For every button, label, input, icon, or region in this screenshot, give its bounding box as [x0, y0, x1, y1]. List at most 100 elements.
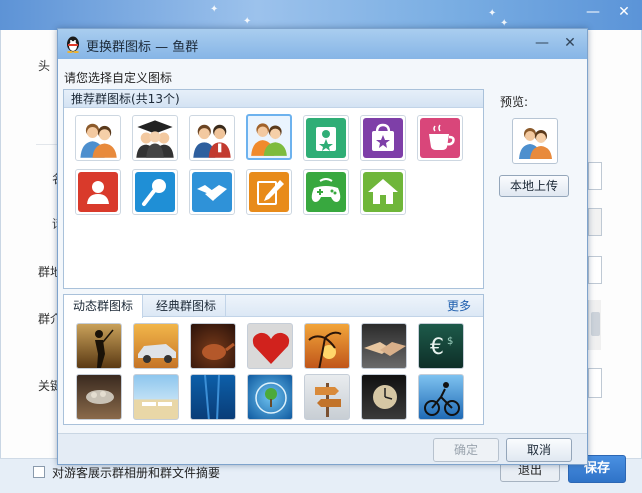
recommended-icon[interactable]: [75, 115, 121, 161]
recommended-icon[interactable]: [303, 115, 349, 161]
recommended-icon[interactable]: [132, 115, 178, 161]
friends-icon: [251, 123, 287, 156]
business-people-icon: [193, 124, 231, 158]
svg-text:$: $: [447, 336, 453, 347]
change-group-icon-dialog: 更换群图标 — 鱼群 — ✕ 请您选择自定义图标 推荐群图标(共13个) 动态群…: [57, 28, 588, 465]
recommended-icon-selected[interactable]: [246, 114, 292, 160]
handshake-icon: [197, 185, 227, 201]
people-icon: [519, 128, 552, 159]
palm-sunset-photo-icon[interactable]: [304, 323, 350, 369]
tile: [192, 172, 232, 212]
scrollbar-thumb[interactable]: [591, 312, 600, 336]
dialog-title: 更换群图标 — 鱼群: [86, 40, 199, 55]
id-card-icon: [316, 127, 336, 151]
recommended-icon[interactable]: [303, 169, 349, 215]
golfer-silhouette: [95, 329, 114, 368]
sparkle-icon: ✦: [488, 8, 497, 19]
cancel-button[interactable]: 取消: [506, 438, 572, 462]
palm-shape: [308, 331, 342, 368]
recommended-icon[interactable]: [417, 115, 463, 161]
coins-shape: [86, 390, 114, 404]
recommended-icon[interactable]: [75, 169, 121, 215]
cyclist-shape: [424, 382, 460, 416]
recommended-icon[interactable]: [189, 169, 235, 215]
people-icon: [80, 123, 117, 158]
underwater-photo-icon[interactable]: [190, 374, 236, 420]
heart-photo-icon[interactable]: [247, 323, 293, 369]
local-upload-button[interactable]: 本地上传: [499, 175, 569, 197]
contact-icon: [87, 181, 109, 204]
water-rays: [204, 375, 220, 419]
svg-text:€: €: [430, 335, 444, 360]
globe-tree-photo-icon[interactable]: [247, 374, 293, 420]
recommended-icon[interactable]: [360, 169, 406, 215]
tile: [249, 172, 289, 212]
teapot-photo-icon[interactable]: [190, 323, 236, 369]
heart-shape: [252, 332, 290, 364]
tile: [363, 172, 403, 212]
golfer-photo-icon[interactable]: [76, 323, 122, 369]
recommended-icon[interactable]: [189, 115, 235, 161]
coins-hands-photo-icon[interactable]: [76, 374, 122, 420]
background-topic-field[interactable]: [588, 208, 602, 236]
cyclist-photo-icon[interactable]: [418, 374, 464, 420]
car-photo-icon[interactable]: [133, 323, 179, 369]
gamepad-icon: [311, 178, 341, 202]
handshake-photo-icon[interactable]: [361, 323, 407, 369]
background-name-field[interactable]: [588, 162, 602, 190]
tile: [420, 118, 460, 158]
preview-image: [512, 118, 558, 164]
currency-photo-icon[interactable]: € $: [418, 323, 464, 369]
show-album-checkbox[interactable]: [33, 466, 45, 478]
pencil-icon: [257, 180, 284, 205]
recommended-icon[interactable]: [360, 115, 406, 161]
background-intro-scrollbar[interactable]: [588, 300, 601, 350]
beach-photo-icon[interactable]: [133, 374, 179, 420]
tab-classic-icons[interactable]: 经典群图标: [147, 295, 227, 317]
sparkle-icon: ✦: [210, 4, 219, 15]
qq-penguin-icon: [67, 36, 79, 53]
recommended-icons-panel: 推荐群图标(共13个): [63, 89, 484, 289]
tab-dynamic-icons[interactable]: 动态群图标: [64, 295, 144, 318]
sparkle-icon: ✦: [243, 16, 252, 27]
recommended-icon[interactable]: [246, 169, 292, 215]
dialog-prompt: 请您选择自定义图标: [64, 71, 173, 85]
signpost-shape: [315, 383, 341, 417]
coffee-cup-icon: [429, 124, 455, 150]
beach-shape: [142, 402, 172, 406]
microphone-icon: [142, 179, 166, 206]
background-location-field[interactable]: [588, 256, 602, 284]
dialog-titlebar: 更换群图标 — 鱼群 — ✕: [58, 29, 587, 59]
tile: [306, 118, 346, 158]
clock-photo-icon[interactable]: [361, 374, 407, 420]
more-icons-link[interactable]: 更多: [447, 295, 471, 317]
recommended-icons-header: 推荐群图标(共13个): [64, 90, 483, 108]
car-shape: [138, 344, 176, 363]
home-icon: [368, 179, 398, 204]
tile: [78, 172, 118, 212]
tile: [135, 172, 175, 212]
background-label-avatar: 头: [38, 59, 51, 73]
icon-tabs: 动态群图标 经典群图标 更多: [64, 295, 483, 318]
background-minimize-button[interactable]: —: [584, 4, 602, 20]
globe-tree-shape: [255, 382, 287, 414]
show-album-checkbox-label: 对游客展示群相册和群文件摘要: [52, 466, 221, 480]
dialog-minimize-button[interactable]: —: [533, 34, 551, 52]
graduation-icon: [136, 120, 174, 158]
signpost-photo-icon[interactable]: [304, 374, 350, 420]
ok-button[interactable]: 确定: [433, 438, 499, 462]
background-close-button[interactable]: ✕: [615, 4, 633, 20]
clock-shape: [373, 385, 397, 409]
currency-shape: € $: [430, 335, 453, 360]
background-keywords-field[interactable]: [588, 368, 602, 398]
dialog-close-button[interactable]: ✕: [561, 34, 579, 52]
shopping-bag-icon: [372, 123, 394, 151]
dynamic-icons-panel: 动态群图标 经典群图标 更多 € $: [63, 294, 484, 425]
tile: [363, 118, 403, 158]
recommended-icon[interactable]: [132, 169, 178, 215]
handshake-shape: [364, 342, 406, 356]
teapot-shape: [202, 342, 235, 360]
preview-label: 预览:: [500, 95, 529, 109]
background-titlebar: ✦ ✦ ✦ ✦ — ✕: [0, 0, 642, 30]
tile: [306, 172, 346, 212]
